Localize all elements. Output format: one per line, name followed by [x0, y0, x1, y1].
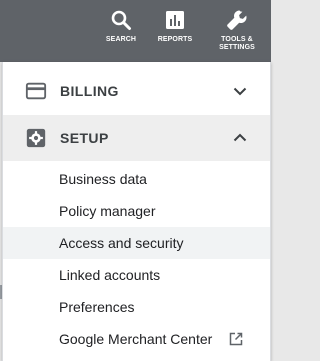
- menu-item-preferences[interactable]: Preferences: [3, 291, 270, 323]
- tools-settings-menu: BILLING SETUP Business data Policy manag…: [2, 62, 271, 361]
- menu-item-label: Google Merchant Center: [59, 331, 213, 347]
- menu-item-label: Access and security: [59, 235, 184, 251]
- billing-section-header[interactable]: BILLING: [3, 69, 270, 113]
- tools-settings-button[interactable]: TOOLS & SETTINGS: [212, 8, 262, 52]
- chevron-up-icon: [233, 133, 247, 142]
- top-toolbar: SEARCH REPORTS TOOLS & SETTINGS: [0, 0, 271, 62]
- wrench-icon: [227, 10, 247, 30]
- tools-label-line2: SETTINGS: [219, 44, 255, 51]
- menu-item-label: Policy manager: [59, 203, 156, 219]
- chevron-down-icon: [233, 87, 247, 96]
- reports-label: REPORTS: [157, 36, 193, 43]
- search-button[interactable]: SEARCH: [104, 8, 138, 44]
- menu-item-policy-manager[interactable]: Policy manager: [3, 195, 270, 227]
- billing-label: BILLING: [60, 83, 119, 99]
- credit-card-icon: [25, 82, 47, 100]
- search-label: SEARCH: [105, 36, 137, 43]
- menu-item-linked-accounts[interactable]: Linked accounts: [3, 259, 270, 291]
- menu-item-label: Preferences: [59, 299, 135, 315]
- bar-chart-icon: [166, 11, 184, 29]
- menu-item-label: Linked accounts: [59, 267, 161, 283]
- menu-item-access-and-security[interactable]: Access and security: [3, 227, 270, 259]
- gear-icon: [26, 128, 46, 148]
- setup-section-header[interactable]: SETUP: [3, 115, 270, 161]
- menu-item-label: Business data: [59, 171, 147, 187]
- tools-label-line1: TOOLS &: [221, 36, 253, 43]
- search-icon: [111, 10, 131, 30]
- setup-label: SETUP: [60, 130, 109, 146]
- reports-button[interactable]: REPORTS: [154, 8, 196, 44]
- menu-item-google-merchant-center[interactable]: Google Merchant Center: [3, 323, 270, 355]
- menu-item-business-data[interactable]: Business data: [3, 163, 270, 195]
- external-link-icon: [229, 332, 243, 346]
